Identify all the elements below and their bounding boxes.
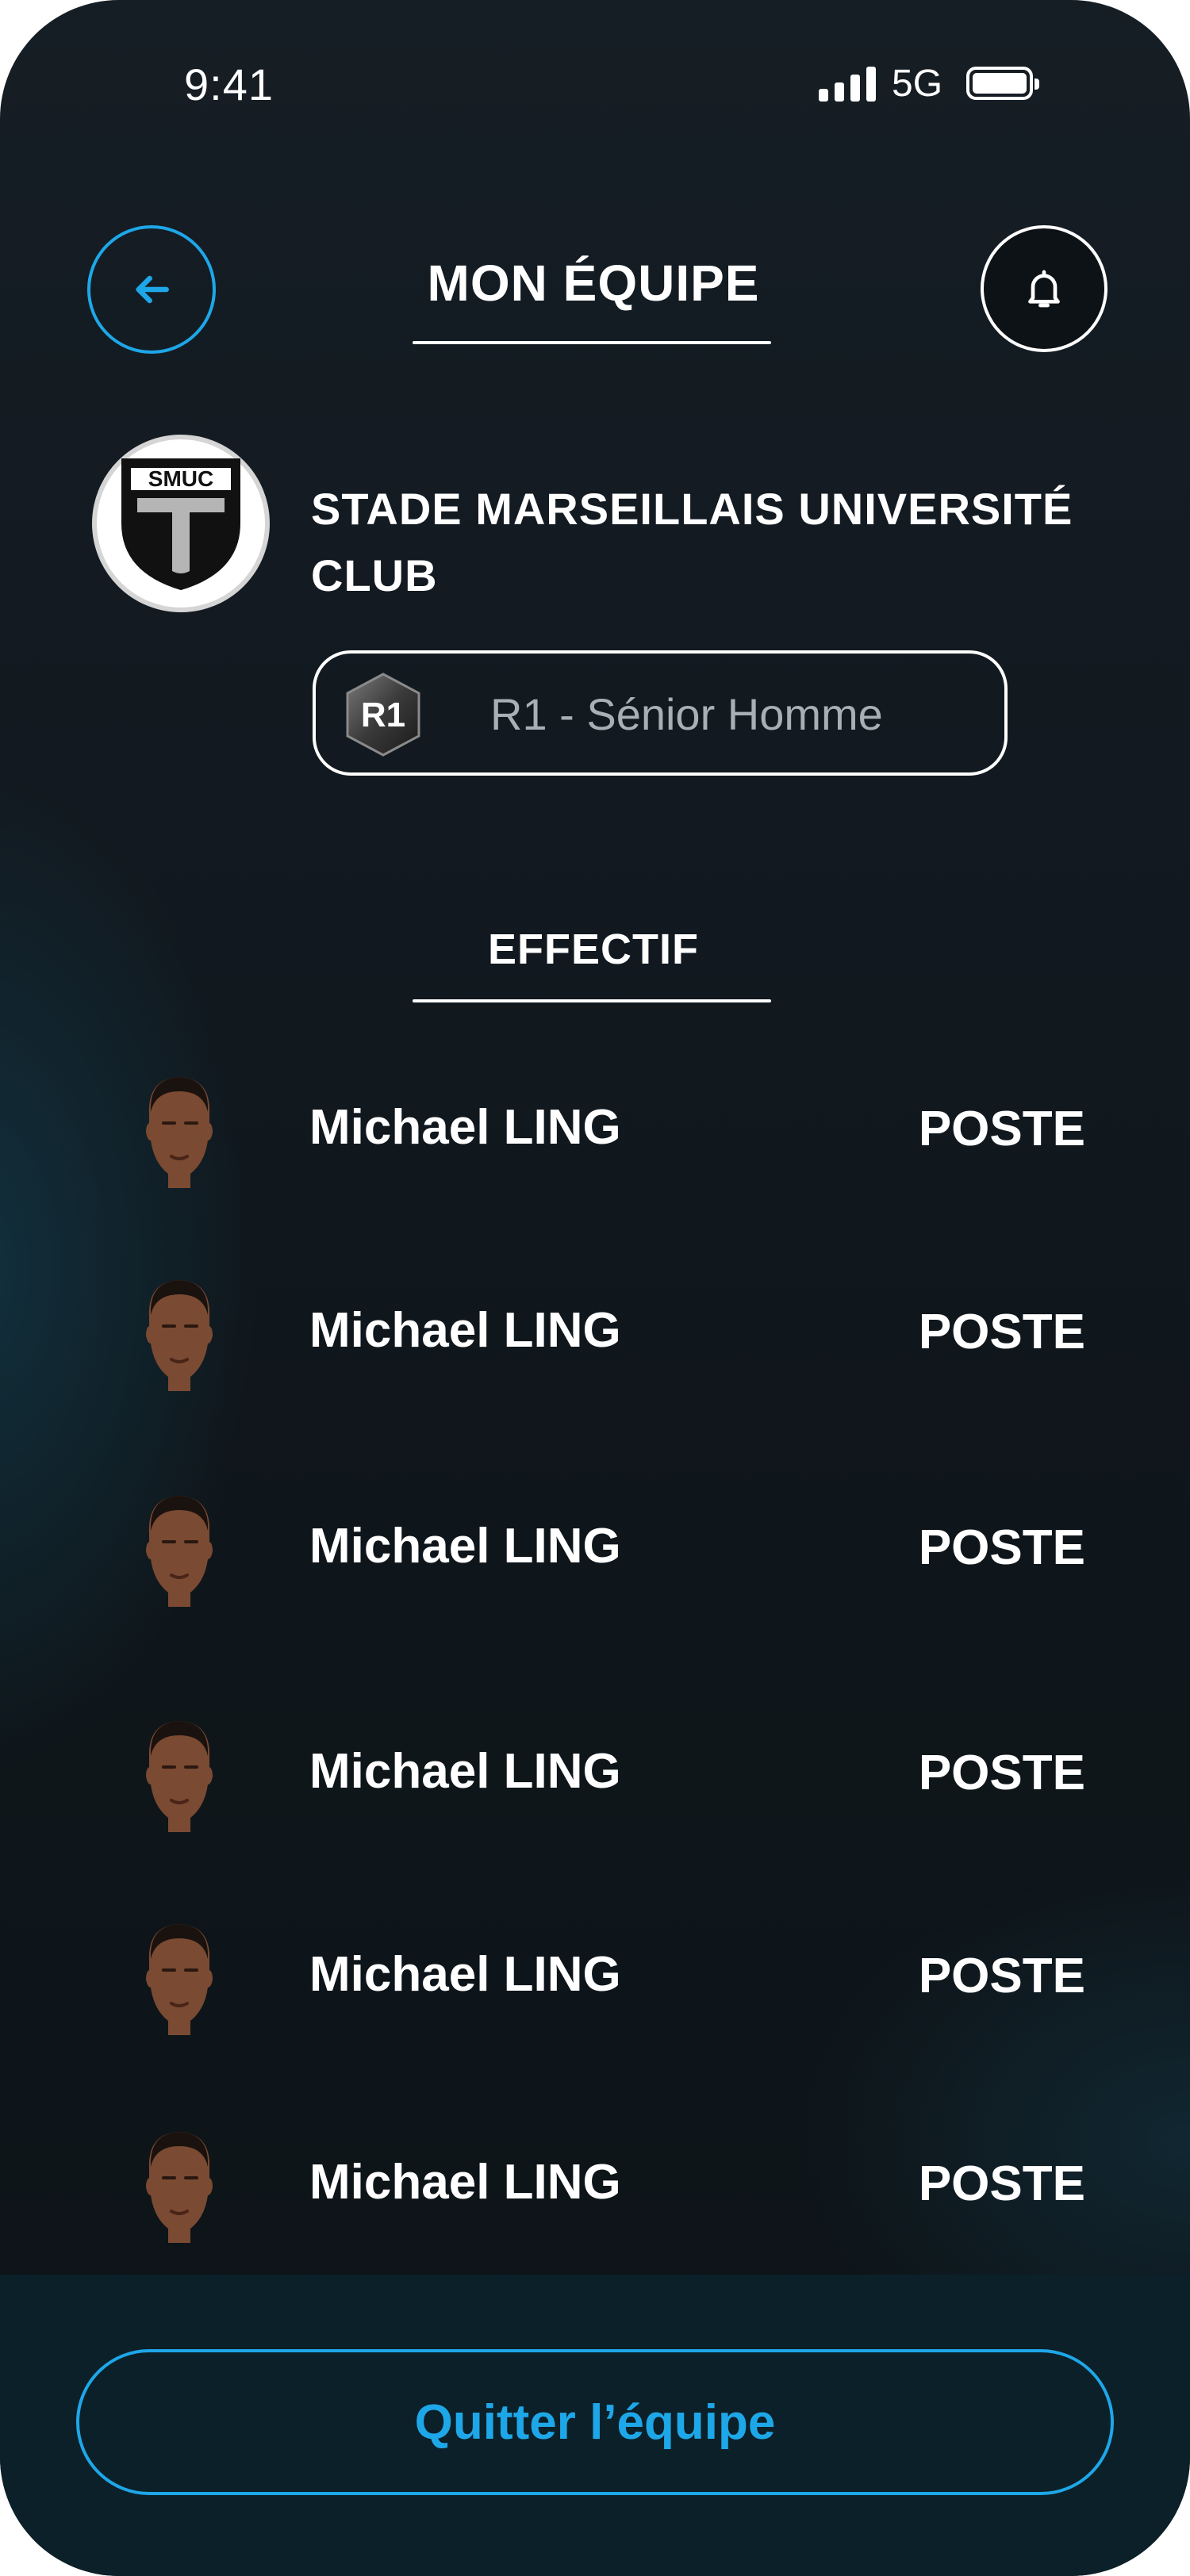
battery-icon bbox=[966, 67, 1039, 100]
section-underline bbox=[413, 999, 771, 1002]
player-position: POSTE bbox=[918, 1746, 1085, 1800]
player-name: Michael LING bbox=[309, 1744, 621, 1799]
player-position: POSTE bbox=[918, 1520, 1085, 1575]
player-name: Michael LING bbox=[309, 1947, 621, 2002]
player-position: POSTE bbox=[918, 1102, 1085, 1156]
club-crest-icon: SMUC bbox=[121, 458, 240, 591]
player-row[interactable]: Michael LING POSTE bbox=[0, 1271, 1190, 1397]
leave-team-button[interactable]: Quitter l’équipe bbox=[76, 2349, 1114, 2495]
player-avatar bbox=[146, 1924, 213, 2035]
player-row[interactable]: Michael LING POSTE bbox=[0, 1712, 1190, 1838]
player-avatar bbox=[146, 1077, 213, 1188]
player-name: Michael LING bbox=[309, 1303, 621, 1358]
league-label: R1 - Sénior Homme bbox=[490, 689, 883, 739]
player-row[interactable]: Michael LING POSTE bbox=[0, 1486, 1190, 1613]
leave-team-label: Quitter l’équipe bbox=[414, 2394, 776, 2450]
player-row[interactable]: Michael LING POSTE bbox=[0, 1068, 1190, 1194]
player-position: POSTE bbox=[918, 1949, 1085, 2003]
notifications-button[interactable] bbox=[981, 225, 1107, 352]
player-avatar bbox=[146, 2132, 213, 2243]
club-name: STADE MARSEILLAIS UNIVERSITÉ CLUB bbox=[311, 484, 1073, 600]
player-row[interactable]: Michael LING POSTE bbox=[0, 1915, 1190, 2041]
league-badge-icon: R1 bbox=[346, 673, 420, 757]
player-position: POSTE bbox=[918, 2156, 1085, 2211]
club-logo: SMUC bbox=[92, 435, 270, 612]
signal-icon bbox=[819, 67, 876, 102]
bell-icon bbox=[1028, 270, 1060, 308]
player-avatar bbox=[146, 1496, 213, 1607]
back-button[interactable] bbox=[87, 225, 216, 354]
bottom-action-bar: Quitter l’équipe bbox=[0, 2275, 1190, 2576]
section-title: EFFECTIF bbox=[488, 926, 699, 973]
club-logo-text: SMUC bbox=[148, 466, 213, 491]
app-screen: 9:41 5G MON ÉQUIPE SMUC STADE MARSEILLAI… bbox=[0, 0, 1190, 2576]
network-label: 5G bbox=[892, 63, 943, 105]
league-badge-text: R1 bbox=[361, 696, 405, 734]
league-pill[interactable]: R1 R1 - Sénior Homme bbox=[313, 650, 1008, 776]
player-row[interactable]: Michael LING POSTE bbox=[0, 2122, 1190, 2249]
player-name: Michael LING bbox=[309, 2155, 621, 2210]
player-avatar bbox=[146, 1721, 213, 1832]
title-underline bbox=[413, 341, 771, 344]
arrow-left-icon bbox=[136, 275, 169, 304]
status-time: 9:41 bbox=[184, 59, 274, 109]
player-position: POSTE bbox=[918, 1305, 1085, 1359]
page-title: MON ÉQUIPE bbox=[427, 255, 760, 312]
player-name: Michael LING bbox=[309, 1100, 621, 1155]
player-avatar bbox=[146, 1280, 213, 1391]
player-name: Michael LING bbox=[309, 1519, 621, 1574]
